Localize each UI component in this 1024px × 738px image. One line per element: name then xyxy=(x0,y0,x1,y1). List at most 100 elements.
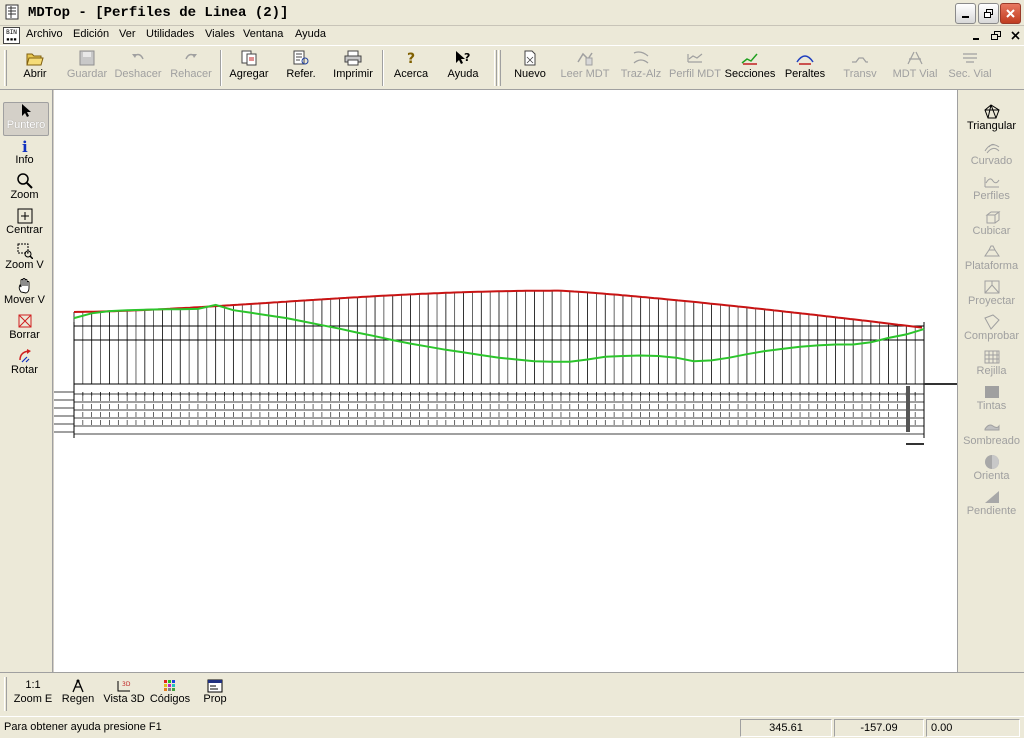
tool-proyectar[interactable]: Proyectar xyxy=(958,279,1024,307)
traz-alz-button[interactable]: Traz-Alz xyxy=(618,50,664,88)
ayuda-button[interactable]: ? Ayuda xyxy=(444,50,482,88)
toolbar-grip[interactable] xyxy=(498,50,501,86)
imprimir-label: Imprimir xyxy=(333,68,373,80)
menu-utilidades[interactable]: Utilidades xyxy=(146,28,194,40)
tool-pendiente[interactable]: Pendiente xyxy=(958,489,1024,517)
tool-orienta[interactable]: Orienta xyxy=(958,454,1024,482)
alignment-icon xyxy=(633,51,649,64)
tool-triangular[interactable]: Triangular xyxy=(958,104,1024,132)
abrir-button[interactable]: Abrir xyxy=(18,50,52,88)
leer-mdt-button[interactable]: Leer MDT xyxy=(560,50,610,88)
fill-icon xyxy=(984,386,999,398)
tool-puntero[interactable]: Puntero xyxy=(3,102,49,136)
app-icon[interactable] xyxy=(4,4,20,20)
tool-curvado-label: Curvado xyxy=(970,155,1013,167)
tool-comprobar-label: Comprobar xyxy=(963,330,1020,342)
regen-button[interactable]: Regen xyxy=(60,679,96,705)
menu-bar: BIN ▪▪▪ Archivo Edición Ver Utilidades Vi… xyxy=(0,26,1024,45)
profile-drawing xyxy=(54,289,957,445)
status-help-text: Para obtener ayuda presione F1 xyxy=(4,721,162,733)
document-icon[interactable]: BIN ▪▪▪ xyxy=(3,27,20,44)
tool-borrar[interactable]: Borrar xyxy=(0,313,49,341)
rehacer-button[interactable]: Rehacer xyxy=(168,50,214,88)
mdt-vial-label: MDT Vial xyxy=(892,68,938,80)
refer-button[interactable]: Refer. xyxy=(282,50,320,88)
tool-rejilla[interactable]: Rejilla xyxy=(958,349,1024,377)
erase-icon xyxy=(18,314,31,328)
tool-zoom-v[interactable]: Zoom V xyxy=(0,243,49,271)
secciones-button[interactable]: Secciones xyxy=(724,50,776,88)
minimize-icon xyxy=(972,38,979,40)
folder-open-icon xyxy=(26,53,44,66)
drawing-canvas[interactable] xyxy=(54,90,957,672)
svg-text:?: ? xyxy=(464,51,470,64)
rotate-icon xyxy=(18,349,31,363)
mdi-close-button[interactable] xyxy=(1007,28,1023,43)
bottom-toolbar: 1:1 Zoom E Regen 3D Vista 3D Códigos Pro… xyxy=(0,672,1024,716)
tool-perfiles[interactable]: Perfiles xyxy=(958,174,1024,202)
toolbar-grip[interactable] xyxy=(4,50,7,86)
tool-tintas[interactable]: Tintas xyxy=(958,384,1024,412)
tool-mover-v[interactable]: Mover V xyxy=(0,278,49,306)
menu-edicion[interactable]: Edición xyxy=(73,28,109,40)
acerca-button[interactable]: ? Acerca xyxy=(392,50,430,88)
mdi-minimize-button[interactable] xyxy=(968,28,984,43)
slope-icon xyxy=(984,491,999,503)
toolbar-separator xyxy=(220,50,222,86)
svg-text:3D: 3D xyxy=(122,681,131,688)
tool-zoom[interactable]: Zoom xyxy=(0,173,49,201)
agregar-button[interactable]: Agregar xyxy=(226,50,272,88)
menu-ayuda[interactable]: Ayuda xyxy=(295,28,326,40)
mdi-restore-button[interactable] xyxy=(988,28,1004,43)
minimize-button[interactable] xyxy=(955,3,976,24)
mdt-vial-button[interactable]: MDT Vial xyxy=(890,50,940,88)
tool-cubicar[interactable]: Cubicar xyxy=(958,209,1024,237)
menu-ventana[interactable]: Ventana xyxy=(243,28,283,40)
menu-viales[interactable]: Viales xyxy=(205,28,235,40)
deshacer-button[interactable]: Deshacer xyxy=(114,50,162,88)
toolbar-grip[interactable] xyxy=(494,50,497,86)
new-file-icon xyxy=(524,50,536,66)
tool-sombreado[interactable]: Sombreado xyxy=(958,419,1024,447)
tool-curvado[interactable]: Curvado xyxy=(958,139,1024,167)
regen-label: Regen xyxy=(61,693,95,705)
shading-icon xyxy=(984,424,999,431)
deshacer-label: Deshacer xyxy=(114,68,162,80)
check-icon xyxy=(983,314,1000,330)
nuevo-button[interactable]: Nuevo xyxy=(510,50,550,88)
redo-icon xyxy=(185,53,197,60)
refer-label: Refer. xyxy=(286,68,316,80)
vista-3d-button[interactable]: 3D Vista 3D xyxy=(102,679,146,705)
perfil-mdt-button[interactable]: Perfil MDT xyxy=(668,50,722,88)
guardar-button[interactable]: Guardar xyxy=(64,50,110,88)
tool-plataforma[interactable]: Plataforma xyxy=(958,244,1024,272)
tool-centrar[interactable]: Centrar xyxy=(0,208,49,236)
peraltes-button[interactable]: Peraltes xyxy=(782,50,828,88)
menu-archivo[interactable]: Archivo xyxy=(26,28,63,40)
reference-icon xyxy=(293,50,309,65)
menu-ver[interactable]: Ver xyxy=(119,28,136,40)
transv-button[interactable]: Transv xyxy=(840,50,880,88)
tool-rotar[interactable]: Rotar xyxy=(0,348,49,376)
toolbar-separator xyxy=(382,50,384,86)
close-button[interactable] xyxy=(1000,3,1021,24)
tool-comprobar[interactable]: Comprobar xyxy=(958,314,1024,342)
save-icon xyxy=(79,50,95,66)
transv-label: Transv xyxy=(843,68,877,80)
status-x-coordinate: 345.61 xyxy=(740,719,832,737)
undo-icon xyxy=(132,53,144,60)
sec-vial-button[interactable]: Sec. Vial xyxy=(946,50,994,88)
zoom-e-button[interactable]: 1:1 Zoom E xyxy=(14,679,53,705)
codes-icon xyxy=(164,680,175,691)
imprimir-button[interactable]: Imprimir xyxy=(330,50,376,88)
restore-button[interactable] xyxy=(978,3,999,24)
prop-button[interactable]: Prop xyxy=(200,679,230,705)
codigos-button[interactable]: Códigos xyxy=(148,679,192,705)
printer-icon xyxy=(344,50,362,66)
center-icon xyxy=(17,208,32,224)
rehacer-label: Rehacer xyxy=(170,68,212,80)
main-toolbar: Abrir Guardar Deshacer Rehacer Agregar R… xyxy=(0,45,1024,90)
secciones-label: Secciones xyxy=(724,68,776,80)
toolbar-grip[interactable] xyxy=(4,677,7,711)
tool-info[interactable]: i Info xyxy=(0,138,49,166)
